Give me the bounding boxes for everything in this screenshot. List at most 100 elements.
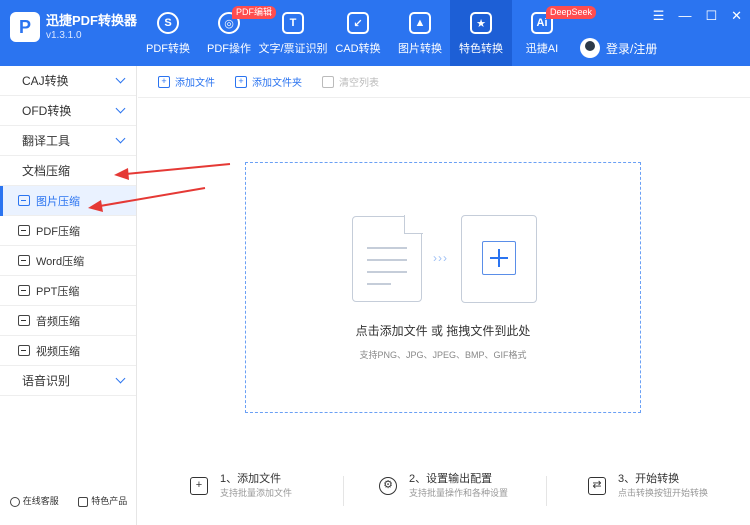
sidebar-group-caj[interactable]: CAJ转换 (0, 66, 136, 96)
ppt-compress-icon (18, 285, 30, 296)
chevron-down-icon (115, 103, 126, 114)
app-title: 迅捷PDF转换器 (46, 12, 138, 28)
sidebar-group-doc-compress[interactable]: 文档压缩 (0, 156, 136, 186)
sidebar-item-pdf-compress[interactable]: PDF压缩 (0, 216, 136, 246)
nav-special-convert[interactable]: ★ 特色转换 (450, 0, 512, 66)
step-start-convert: ⇄ 3、开始转换 点击转换按钮开始转换 (588, 472, 708, 500)
add-file-icon: + (190, 477, 208, 495)
image-convert-icon: ▲ (409, 12, 431, 34)
sidebar-item-label: PDF压缩 (36, 225, 80, 238)
online-service-link[interactable]: 在线客服 (9, 494, 59, 507)
add-file-button[interactable]: + 添加文件 (158, 74, 215, 89)
sidebar-group-label: OFD转换 (22, 104, 72, 118)
sidebar-group-label: 文档压缩 (22, 164, 71, 178)
nav-ocr[interactable]: T 文字/票证识别 (258, 0, 328, 66)
pdf-convert-icon: S (157, 12, 179, 34)
special-convert-icon: ★ (470, 12, 492, 34)
cad-icon: ↙ (347, 12, 369, 34)
nav-xunjie-ai[interactable]: DeepSeek Ai 迅捷AI (516, 0, 597, 66)
menu-icon[interactable]: ☰ (653, 8, 665, 24)
clear-list-button[interactable]: 清空列表 (322, 74, 379, 89)
featured-products-link[interactable]: 特色产品 (78, 494, 127, 507)
online-service-label: 在线客服 (22, 496, 59, 506)
step-title: 2、设置输出配置 (409, 473, 493, 485)
step-title: 3、开始转换 (618, 473, 680, 485)
image-compress-icon (18, 195, 30, 206)
deepseek-badge: DeepSeek (546, 6, 597, 19)
nav-pdf-convert[interactable]: S PDF转换 (138, 0, 198, 66)
plus-icon (482, 241, 516, 275)
add-file-box[interactable] (461, 215, 537, 303)
start-convert-icon: ⇄ (588, 477, 606, 495)
sidebar-group-translate[interactable]: 翻译工具 (0, 126, 136, 156)
step-add-file: + 1、添加文件 支持批量添加文件 (190, 472, 292, 500)
app-logo: P 迅捷PDF转换器 v1.3.1.0 (10, 12, 137, 42)
nav-label: PDF操作 (207, 43, 251, 55)
nav-label: 迅捷AI (525, 43, 559, 55)
sidebar-group-label: 语音识别 (22, 374, 71, 388)
minimize-icon[interactable]: — (678, 8, 691, 24)
document-icon (352, 215, 423, 302)
sidebar: CAJ转换 OFD转换 翻译工具 文档压缩 图片压缩 PDF压缩 Word压缩 … (0, 66, 137, 525)
chevron-down-icon (115, 73, 126, 84)
chevron-down-icon (115, 133, 126, 144)
add-file-icon: + (158, 75, 170, 88)
sidebar-item-audio-compress[interactable]: 音频压缩 (0, 306, 136, 336)
close-icon[interactable]: ✕ (731, 8, 742, 24)
nav-label: 文字/票证识别 (258, 43, 328, 55)
avatar (580, 38, 600, 58)
steps-bar: + 1、添加文件 支持批量添加文件 ⚙ 2、设置输出配置 支持批量操作和各种设置… (138, 472, 750, 516)
sidebar-footer: 在线客服 特色产品 (0, 494, 137, 507)
toolbar: + 添加文件 + 添加文件夹 清空列表 (138, 66, 750, 98)
top-bar: P 迅捷PDF转换器 v1.3.1.0 S PDF转换 PDF编辑 ◎ PDF操… (0, 0, 750, 66)
clear-list-label: 清空列表 (339, 78, 379, 89)
products-icon (78, 496, 89, 507)
login-register[interactable]: 登录/注册 (580, 38, 657, 58)
sidebar-item-ppt-compress[interactable]: PPT压缩 (0, 276, 136, 306)
nav-label: PDF转换 (146, 43, 190, 55)
step-desc: 点击转换按钮开始转换 (618, 488, 709, 498)
nav-label: 图片转换 (398, 43, 442, 55)
audio-compress-icon (18, 315, 30, 326)
sidebar-group-speech[interactable]: 语音识别 (0, 366, 136, 396)
nav-label: 特色转换 (459, 43, 503, 55)
nav-pdf-operate[interactable]: PDF编辑 ◎ PDF操作 (200, 0, 277, 66)
headset-icon (9, 496, 20, 507)
sidebar-item-image-compress[interactable]: 图片压缩 (0, 186, 136, 216)
nav-image-convert[interactable]: ▲ 图片转换 (392, 0, 448, 66)
sidebar-group-label: 翻译工具 (22, 134, 71, 148)
sidebar-item-label: PPT压缩 (36, 285, 80, 298)
nav-label: CAD转换 (335, 43, 381, 55)
sidebar-item-label: 图片压缩 (36, 195, 80, 208)
add-folder-button[interactable]: + 添加文件夹 (235, 74, 302, 89)
nav-cad-convert[interactable]: ↙ CAD转换 (330, 0, 386, 66)
sidebar-item-word-compress[interactable]: Word压缩 (0, 246, 136, 276)
sidebar-group-ofd[interactable]: OFD转换 (0, 96, 136, 126)
dropzone-main-text: 点击添加文件 或 拖拽文件到此处 (355, 324, 531, 338)
ocr-icon: T (282, 12, 304, 34)
trash-icon (322, 75, 334, 88)
logo-icon: P (10, 12, 40, 42)
sidebar-item-video-compress[interactable]: 视频压缩 (0, 336, 136, 366)
step-desc: 支持批量添加文件 (220, 488, 293, 498)
app-version: v1.3.1.0 (46, 29, 82, 41)
step-desc: 支持批量操作和各种设置 (409, 488, 509, 498)
chevron-down-icon (115, 373, 126, 384)
step-divider (343, 476, 344, 506)
step-divider (546, 476, 547, 506)
add-folder-icon: + (235, 75, 247, 88)
sidebar-item-label: 音频压缩 (36, 315, 80, 328)
file-drop-zone[interactable]: ››› 点击添加文件 或 拖拽文件到此处 支持PNG、JPG、JPEG、BMP、… (245, 162, 641, 413)
login-label: 登录/注册 (606, 41, 658, 56)
sidebar-item-label: Word压缩 (36, 255, 85, 268)
step-output-settings: ⚙ 2、设置输出配置 支持批量操作和各种设置 (379, 472, 508, 500)
pdf-compress-icon (18, 225, 30, 236)
featured-products-label: 特色产品 (91, 496, 128, 506)
word-compress-icon (18, 255, 30, 266)
window-controls: ☰ — ☐ ✕ (653, 8, 742, 24)
sidebar-item-label: 视频压缩 (36, 345, 80, 358)
dropzone-format-hint: 支持PNG、JPG、JPEG、BMP、GIF格式 (359, 350, 527, 360)
add-folder-label: 添加文件夹 (252, 78, 302, 89)
add-file-label: 添加文件 (175, 78, 215, 89)
maximize-icon[interactable]: ☐ (705, 8, 717, 24)
